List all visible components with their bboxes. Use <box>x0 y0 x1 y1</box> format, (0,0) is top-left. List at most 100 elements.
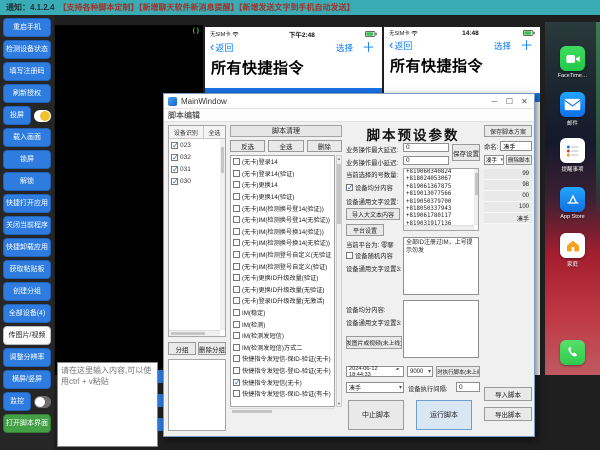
script-checkbox[interactable] <box>233 321 240 328</box>
invert-select-button[interactable]: 反选 <box>230 140 265 152</box>
group-button[interactable]: 分组 <box>168 342 196 355</box>
device-checkbox[interactable] <box>171 142 178 149</box>
stop-script-button[interactable]: 中止脚本 <box>348 400 404 430</box>
interval-input[interactable]: 0 <box>456 382 480 392</box>
sidebar-button[interactable]: 关闭当前程序 <box>3 216 51 235</box>
sidebar-button-label[interactable]: 全部设备(4) <box>3 304 51 323</box>
back-button[interactable]: 返回 <box>210 41 233 54</box>
script-item[interactable]: IM(稳定) <box>231 307 334 319</box>
script-checkbox[interactable] <box>233 228 240 235</box>
sidebar-button[interactable]: 获取粘贴板 <box>3 260 51 279</box>
sidebar-button-label[interactable]: 锁屏 <box>3 150 51 169</box>
script-checkbox[interactable] <box>233 309 240 316</box>
sidebar-button-label[interactable]: 传图片/视频 <box>3 326 51 345</box>
script-checkbox[interactable] <box>233 251 240 258</box>
plan-select-dropdown[interactable]: 凑手 <box>346 382 404 393</box>
script-checkbox[interactable] <box>233 158 240 165</box>
script-checkbox[interactable] <box>233 216 240 223</box>
sidebar-button[interactable]: 调整分辨率 <box>3 348 51 367</box>
script-checkbox[interactable] <box>233 205 240 212</box>
sidebar-button[interactable]: 横屏/竖屏 <box>3 370 51 389</box>
time-dropdown[interactable]: 9000 <box>407 366 433 377</box>
select-button[interactable]: 选择 <box>494 40 511 52</box>
device-scrollbar-vertical[interactable] <box>220 139 225 330</box>
random-content-checkbox[interactable]: 设备随机内容 <box>346 251 393 260</box>
platform-settings-button[interactable]: 平台设置 <box>346 224 384 236</box>
paste-input[interactable] <box>57 362 158 447</box>
column-select-all[interactable]: 全选 <box>204 126 225 138</box>
script-checkbox[interactable] <box>233 239 240 246</box>
device-checkbox[interactable] <box>171 178 178 185</box>
delete-group-button[interactable]: 删除分组 <box>198 342 226 355</box>
save-settings-button[interactable]: 保存设置 <box>452 144 480 161</box>
delete-button[interactable]: 删除 <box>307 140 342 152</box>
numbers-scrollbar-vertical[interactable] <box>474 169 478 225</box>
sidebar-button-label[interactable]: 关闭当前程序 <box>3 216 51 235</box>
script-item[interactable]: (无卡)IM(检测换号换14(无验证)) <box>231 237 334 249</box>
script-checkbox[interactable] <box>233 379 240 386</box>
phone-home-screen[interactable]: FaceTime… 邮件 提醒事项 App Store 家庭 <box>545 22 600 375</box>
script-item[interactable]: (无卡)登录14 <box>231 156 334 168</box>
sidebar-button-label[interactable]: 检测设备状态 <box>3 40 51 59</box>
add-shortcut-button[interactable]: ＋ <box>520 41 533 51</box>
script-checkbox[interactable] <box>233 181 240 188</box>
export-script-button[interactable]: 导出脚本 <box>484 407 532 421</box>
sidebar-button[interactable]: 刷新授权 <box>3 84 51 103</box>
sidebar-button-label[interactable]: 解锁 <box>3 172 51 191</box>
script-item[interactable]: IM(检测发短信)方式二 <box>231 342 334 354</box>
sidebar-button-label[interactable]: 调整分辨率 <box>3 348 51 367</box>
select-all-button[interactable]: 全选 <box>268 140 303 152</box>
toggle-switch[interactable] <box>34 396 51 408</box>
sidebar-button-label[interactable]: 创建分组 <box>3 282 51 301</box>
sidebar-button[interactable]: 全部设备(4) <box>3 304 51 323</box>
min-delay-input[interactable]: 0 <box>403 156 449 165</box>
menu-script-edit[interactable]: 脚本编辑 <box>168 110 200 121</box>
script-item[interactable]: (无卡)IM(检测换号换14(验证)) <box>231 226 334 238</box>
script-item[interactable]: (无卡)更换ID升级改量(无验证) <box>231 284 334 296</box>
script-item[interactable]: (无卡)IM(检测换号登14(验证)) <box>231 202 334 214</box>
delete-plan-button[interactable]: 删除脚本 <box>506 155 532 165</box>
plan-dropdown[interactable]: 凑手 <box>484 155 504 165</box>
datetime-input[interactable]: 2024-06-12 18:44:33 <box>346 366 404 377</box>
plan-list-item[interactable]: 99 <box>484 169 532 180</box>
import-script-button[interactable]: 导入脚本 <box>484 387 532 401</box>
script-checkbox[interactable] <box>233 355 240 362</box>
sidebar-button-label[interactable]: 快捷打开应用 <box>3 194 51 213</box>
device-table-header[interactable]: 设备识别 全选 <box>169 126 225 139</box>
script-item[interactable]: (无卡)更换14(验证) <box>231 191 334 203</box>
sidebar-button-label[interactable]: 快捷卸载应用 <box>3 238 51 257</box>
add-shortcut-button[interactable]: ＋ <box>362 43 375 53</box>
timer-run-button[interactable]: 定时执行脚本(未上线) <box>436 366 480 377</box>
script-item[interactable]: IM(检测发短信) <box>231 330 334 342</box>
column-device-id[interactable]: 设备识别 <box>169 126 204 138</box>
sidebar-button[interactable]: 填写注册码 <box>3 62 51 81</box>
script-scrollbar-vertical[interactable] <box>336 155 342 407</box>
sidebar-button[interactable]: 监控 <box>3 392 51 411</box>
plan-name-input[interactable]: 凑手 <box>500 141 532 151</box>
script-checkbox[interactable] <box>233 344 240 351</box>
sidebar-button-label[interactable]: 刷新授权 <box>3 84 51 103</box>
script-item[interactable]: 快捷指令发短信(无卡) <box>231 376 334 388</box>
app-reminders[interactable]: 提醒事项 <box>545 138 600 173</box>
close-icon[interactable] <box>517 97 532 106</box>
script-checkbox[interactable] <box>233 286 240 293</box>
numbers-scrollbar-horizontal[interactable] <box>404 225 474 230</box>
sidebar-button[interactable]: 传图片/视频 <box>3 326 51 345</box>
script-item[interactable]: (无卡)登录ID升级改量(无激活) <box>231 295 334 307</box>
toggle-switch[interactable] <box>34 110 51 122</box>
script-checkbox[interactable] <box>233 390 240 397</box>
device-checkbox[interactable] <box>171 166 178 173</box>
sidebar-button[interactable]: 打开脚本界面 <box>3 414 51 433</box>
max-delay-input[interactable]: 0 <box>403 143 449 152</box>
device-row[interactable]: 023 <box>169 139 225 151</box>
sidebar-button[interactable]: 快捷卸载应用 <box>3 238 51 257</box>
app-appstore[interactable]: App Store <box>545 187 600 220</box>
script-checkbox[interactable] <box>233 297 240 304</box>
script-item[interactable]: IM(检测) <box>231 318 334 330</box>
script-item[interactable]: (无卡)IM(检测登号自定义(无验证 <box>231 249 334 261</box>
device-scrollbar-horizontal[interactable] <box>169 330 220 336</box>
app-facetime[interactable]: FaceTime… <box>545 46 600 79</box>
sidebar-button-label[interactable]: 填写注册码 <box>3 62 51 81</box>
sidebar-button-label[interactable]: 投屏 <box>3 106 31 125</box>
dialog-titlebar[interactable]: MainWindow <box>164 94 534 109</box>
